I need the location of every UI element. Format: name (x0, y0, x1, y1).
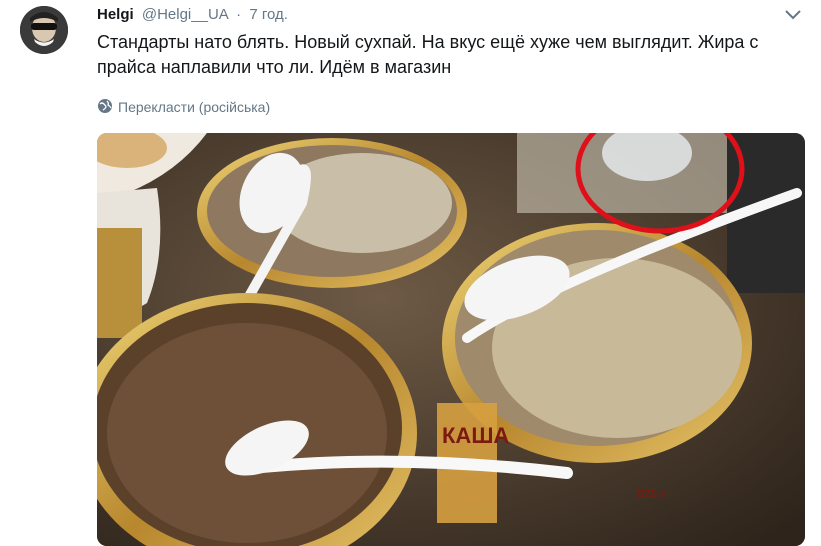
can-weight: 525 г (637, 487, 665, 501)
chevron-down-icon[interactable] (782, 8, 804, 22)
tweet-header: Helgi @Helgi__UA · 7 год. (97, 4, 288, 26)
globe-icon (98, 99, 112, 113)
translate-label: Перекласти (російська) (118, 99, 271, 115)
translate-link[interactable]: Перекласти (російська) (97, 97, 270, 117)
separator: · (236, 6, 242, 23)
tweet-photo[interactable]: КАША 525 г (97, 133, 805, 546)
can-label: КАША (442, 423, 509, 448)
timestamp[interactable]: 7 год. (249, 6, 288, 23)
tweet-text: Стандарты нато блять. Новый сухпай. На в… (97, 32, 759, 77)
display-name[interactable]: Helgi (97, 6, 134, 23)
handle[interactable]: @Helgi__UA (142, 6, 228, 23)
avatar[interactable] (20, 6, 68, 54)
